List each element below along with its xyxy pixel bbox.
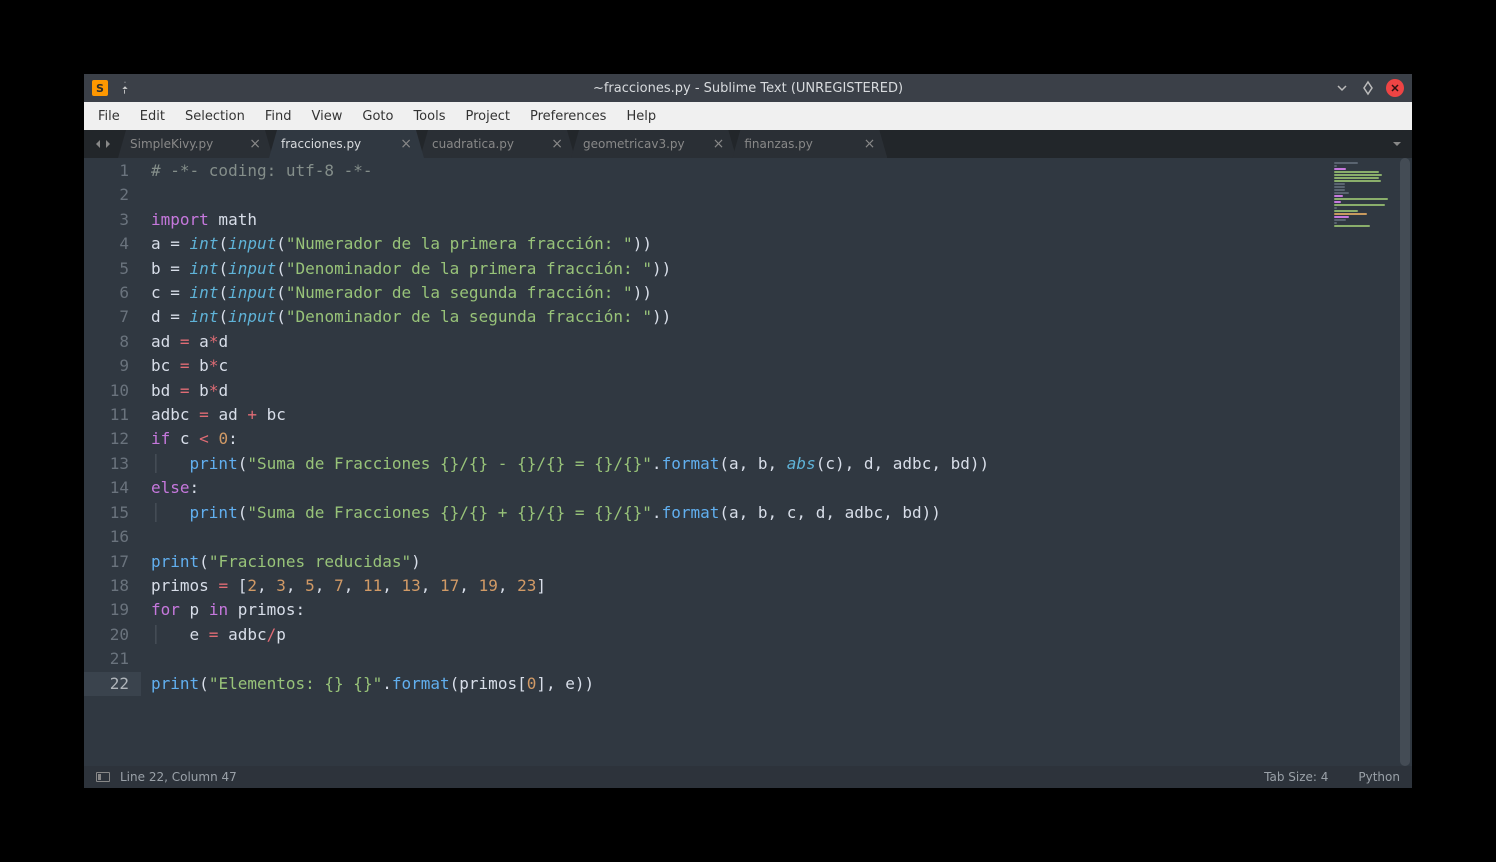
tab-finanzas[interactable]: finanzas.py × (732, 130, 887, 158)
close-icon (1390, 83, 1400, 93)
tab-cuadratica[interactable]: cuadratica.py × (420, 130, 575, 158)
menu-file[interactable]: File (88, 109, 130, 124)
sublime-text-window: S ~fracciones.py - Sublime Text (UNREGIS… (84, 74, 1412, 788)
vertical-scrollbar[interactable] (1398, 158, 1412, 766)
menu-selection[interactable]: Selection (175, 109, 255, 124)
chevron-down-icon (1392, 140, 1402, 148)
menu-tools[interactable]: Tools (403, 109, 455, 124)
tab-prev-icon (94, 139, 102, 149)
menubar: File Edit Selection Find View Goto Tools… (84, 102, 1412, 130)
app-icon: S (92, 80, 108, 96)
menu-view[interactable]: View (302, 109, 353, 124)
status-tab-size[interactable]: Tab Size: 4 (1264, 770, 1328, 784)
minimap-content (1334, 162, 1394, 222)
tab-close-icon[interactable]: × (864, 136, 876, 152)
menu-project[interactable]: Project (455, 109, 519, 124)
tab-bar: SimpleKivy.py × fracciones.py × cuadrati… (84, 130, 1412, 158)
status-syntax[interactable]: Python (1358, 770, 1400, 784)
window-title: ~fracciones.py - Sublime Text (UNREGISTE… (593, 81, 903, 96)
tab-nav-arrows[interactable] (84, 130, 122, 158)
tab-next-icon (104, 139, 112, 149)
menu-goto[interactable]: Goto (352, 109, 403, 124)
tab-label: geometricav3.py (583, 137, 685, 151)
status-bar: Line 22, Column 47 Tab Size: 4 Python (84, 766, 1412, 788)
tab-fracciones[interactable]: fracciones.py × (269, 130, 424, 158)
tab-overflow-button[interactable] (1382, 130, 1412, 158)
tab-label: SimpleKivy.py (130, 137, 213, 151)
tab-label: cuadratica.py (432, 137, 514, 151)
panel-toggle-icon[interactable] (96, 772, 110, 782)
tab-close-icon[interactable]: × (551, 136, 563, 152)
menu-edit[interactable]: Edit (130, 109, 175, 124)
tab-geometrica[interactable]: geometricav3.py × (571, 130, 736, 158)
tab-label: finanzas.py (744, 137, 813, 151)
editor-area: 12345678910111213141516171819202122 # -*… (84, 158, 1412, 766)
minimap[interactable] (1298, 158, 1398, 766)
tab-close-icon[interactable]: × (249, 136, 261, 152)
titlebar-controls (1334, 79, 1404, 97)
titlebar[interactable]: S ~fracciones.py - Sublime Text (UNREGIS… (84, 74, 1412, 102)
code-editor[interactable]: # -*- coding: utf-8 -*- import matha = i… (141, 158, 1298, 766)
pin-icon (118, 81, 132, 95)
titlebar-left: S (92, 80, 132, 96)
status-right: Tab Size: 4 Python (1264, 770, 1400, 784)
tab-close-icon[interactable]: × (400, 136, 412, 152)
menu-find[interactable]: Find (255, 109, 302, 124)
menu-preferences[interactable]: Preferences (520, 109, 616, 124)
tab-label: fracciones.py (281, 137, 361, 151)
minimize-icon[interactable] (1334, 80, 1350, 96)
maximize-icon[interactable] (1360, 80, 1376, 96)
tab-simplekivy[interactable]: SimpleKivy.py × (118, 130, 273, 158)
scrollbar-thumb[interactable] (1400, 158, 1410, 766)
close-button[interactable] (1386, 79, 1404, 97)
status-cursor-position[interactable]: Line 22, Column 47 (120, 770, 237, 784)
line-number-gutter[interactable]: 12345678910111213141516171819202122 (84, 158, 141, 766)
tab-close-icon[interactable]: × (713, 136, 725, 152)
menu-help[interactable]: Help (616, 109, 666, 124)
